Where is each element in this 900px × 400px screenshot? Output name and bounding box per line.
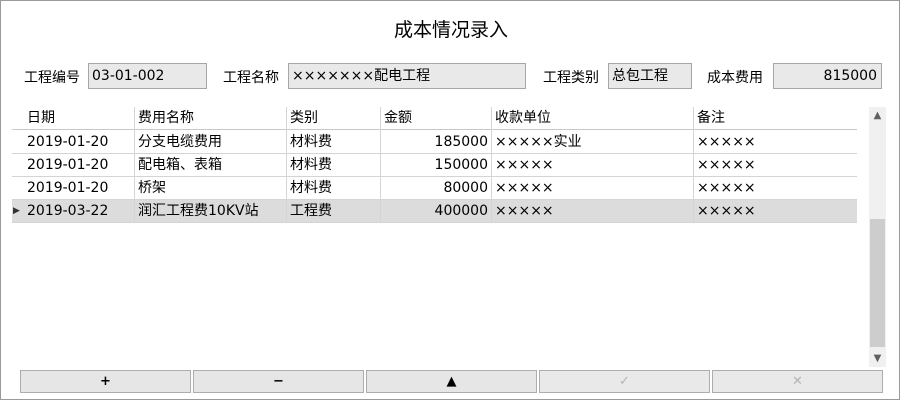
- cell-category: 材料费: [290, 180, 332, 196]
- col-header-payee[interactable]: 收款单位: [492, 107, 692, 130]
- cell-note: ×××××: [697, 134, 756, 150]
- cell-payee: ×××××: [495, 180, 554, 196]
- cell-date: 2019-03-22: [27, 203, 109, 219]
- col-header-date[interactable]: 日期: [24, 107, 144, 130]
- cell-name: 分支电缆费用: [138, 134, 222, 150]
- cost-grid: 日期 费用名称 类别 金额 收款单位 备注 2019-01-20 分支电缆费用 …: [12, 107, 857, 365]
- cost-field[interactable]: 815000: [773, 63, 882, 89]
- cell-payee: ×××××: [495, 203, 554, 219]
- col-header-note[interactable]: 备注: [694, 107, 854, 130]
- table-row[interactable]: 2019-01-20 分支电缆费用 材料费 185000 ×××××实业 ×××…: [12, 131, 857, 154]
- cell-category: 工程费: [290, 203, 332, 219]
- cell-payee: ×××××实业: [495, 134, 582, 150]
- scroll-up-icon[interactable]: ▲: [869, 107, 886, 124]
- confirm-button[interactable]: ✓: [539, 370, 710, 393]
- delete-row-button[interactable]: −: [193, 370, 364, 393]
- project-no-label: 工程编号: [24, 70, 80, 86]
- project-name-field[interactable]: ×××××××配电工程: [288, 63, 526, 89]
- cell-category: 材料费: [290, 157, 332, 173]
- cell-note: ×××××: [697, 157, 756, 173]
- table-row[interactable]: 2019-01-20 桥架 材料费 80000 ××××× ×××××: [12, 177, 857, 200]
- project-name-label: 工程名称: [223, 70, 279, 86]
- project-no-field[interactable]: 03-01-002: [88, 63, 207, 89]
- column-divider: [380, 107, 381, 223]
- table-row[interactable]: 2019-01-20 配电箱、表箱 材料费 150000 ××××× ×××××: [12, 154, 857, 177]
- cost-entry-window: 成本情况录入 工程编号 03-01-002 工程名称 ×××××××配电工程 工…: [0, 0, 900, 400]
- cell-payee: ×××××: [495, 157, 554, 173]
- column-divider: [286, 107, 287, 223]
- cell-name: 桥架: [138, 180, 166, 196]
- cell-category: 材料费: [290, 134, 332, 150]
- window-title: 成本情况录入: [393, 19, 508, 41]
- cost-label: 成本费用: [707, 70, 763, 86]
- table-row-selected[interactable]: ▶ 2019-03-22 润汇工程费10KV站 工程费 400000 ×××××…: [12, 200, 857, 223]
- cell-amount: 80000: [443, 180, 488, 196]
- cancel-button[interactable]: ✕: [712, 370, 883, 393]
- move-up-button[interactable]: ▲: [366, 370, 537, 393]
- check-icon: ✓: [619, 374, 630, 389]
- add-row-button[interactable]: +: [20, 370, 191, 393]
- cell-note: ×××××: [697, 180, 756, 196]
- cell-amount: 400000: [434, 203, 488, 219]
- cell-amount: 150000: [434, 157, 488, 173]
- cell-note: ×××××: [697, 203, 756, 219]
- col-header-name[interactable]: 费用名称: [135, 107, 285, 130]
- cell-date: 2019-01-20: [27, 157, 109, 173]
- cell-date: 2019-01-20: [27, 134, 109, 150]
- grid-header: 日期 费用名称 类别 金额 收款单位 备注: [12, 107, 857, 130]
- cell-name: 配电箱、表箱: [138, 157, 222, 173]
- close-icon: ✕: [792, 374, 803, 389]
- column-divider: [693, 107, 694, 223]
- cell-name: 润汇工程费10KV站: [138, 203, 259, 219]
- cell-date: 2019-01-20: [27, 180, 109, 196]
- vertical-scrollbar[interactable]: ▲ ▼: [869, 107, 886, 367]
- scroll-thumb[interactable]: [870, 219, 885, 347]
- col-header-amount[interactable]: 金额: [381, 107, 491, 130]
- column-divider: [134, 107, 135, 223]
- scroll-down-icon[interactable]: ▼: [869, 350, 886, 367]
- col-header-category[interactable]: 类别: [287, 107, 379, 130]
- project-type-field[interactable]: 总包工程: [608, 63, 692, 89]
- project-type-label: 工程类别: [543, 70, 599, 86]
- column-divider: [491, 107, 492, 223]
- current-row-marker-icon: ▶: [13, 206, 20, 216]
- cell-amount: 185000: [434, 134, 488, 150]
